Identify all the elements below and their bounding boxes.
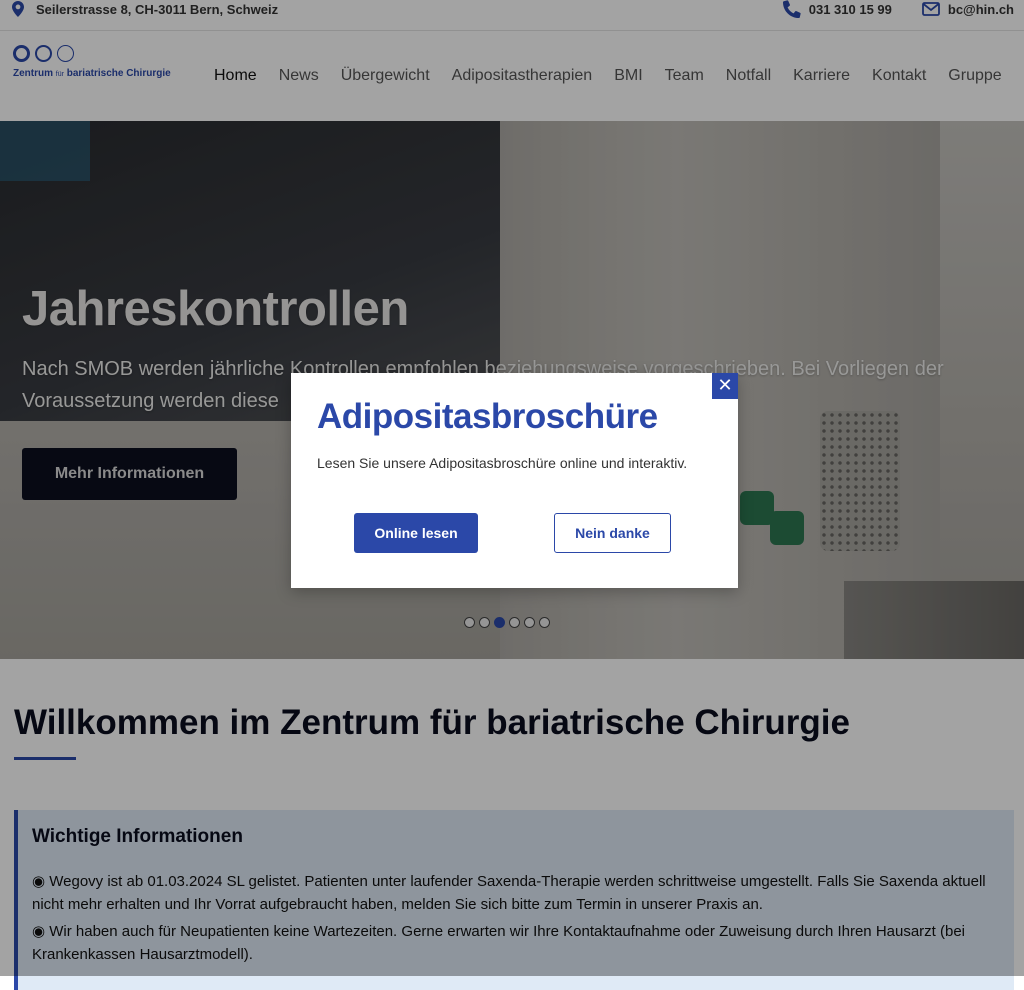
modal-title: Adipositasbroschüre (317, 397, 658, 436)
no-thanks-button[interactable]: Nein danke (554, 513, 671, 553)
close-icon[interactable]: ✕ (712, 373, 738, 399)
brochure-modal: ✕ Adipositasbroschüre Lesen Sie unsere A… (291, 373, 738, 588)
read-online-button[interactable]: Online lesen (354, 513, 478, 553)
modal-text: Lesen Sie unsere Adipositasbroschüre onl… (317, 455, 688, 471)
